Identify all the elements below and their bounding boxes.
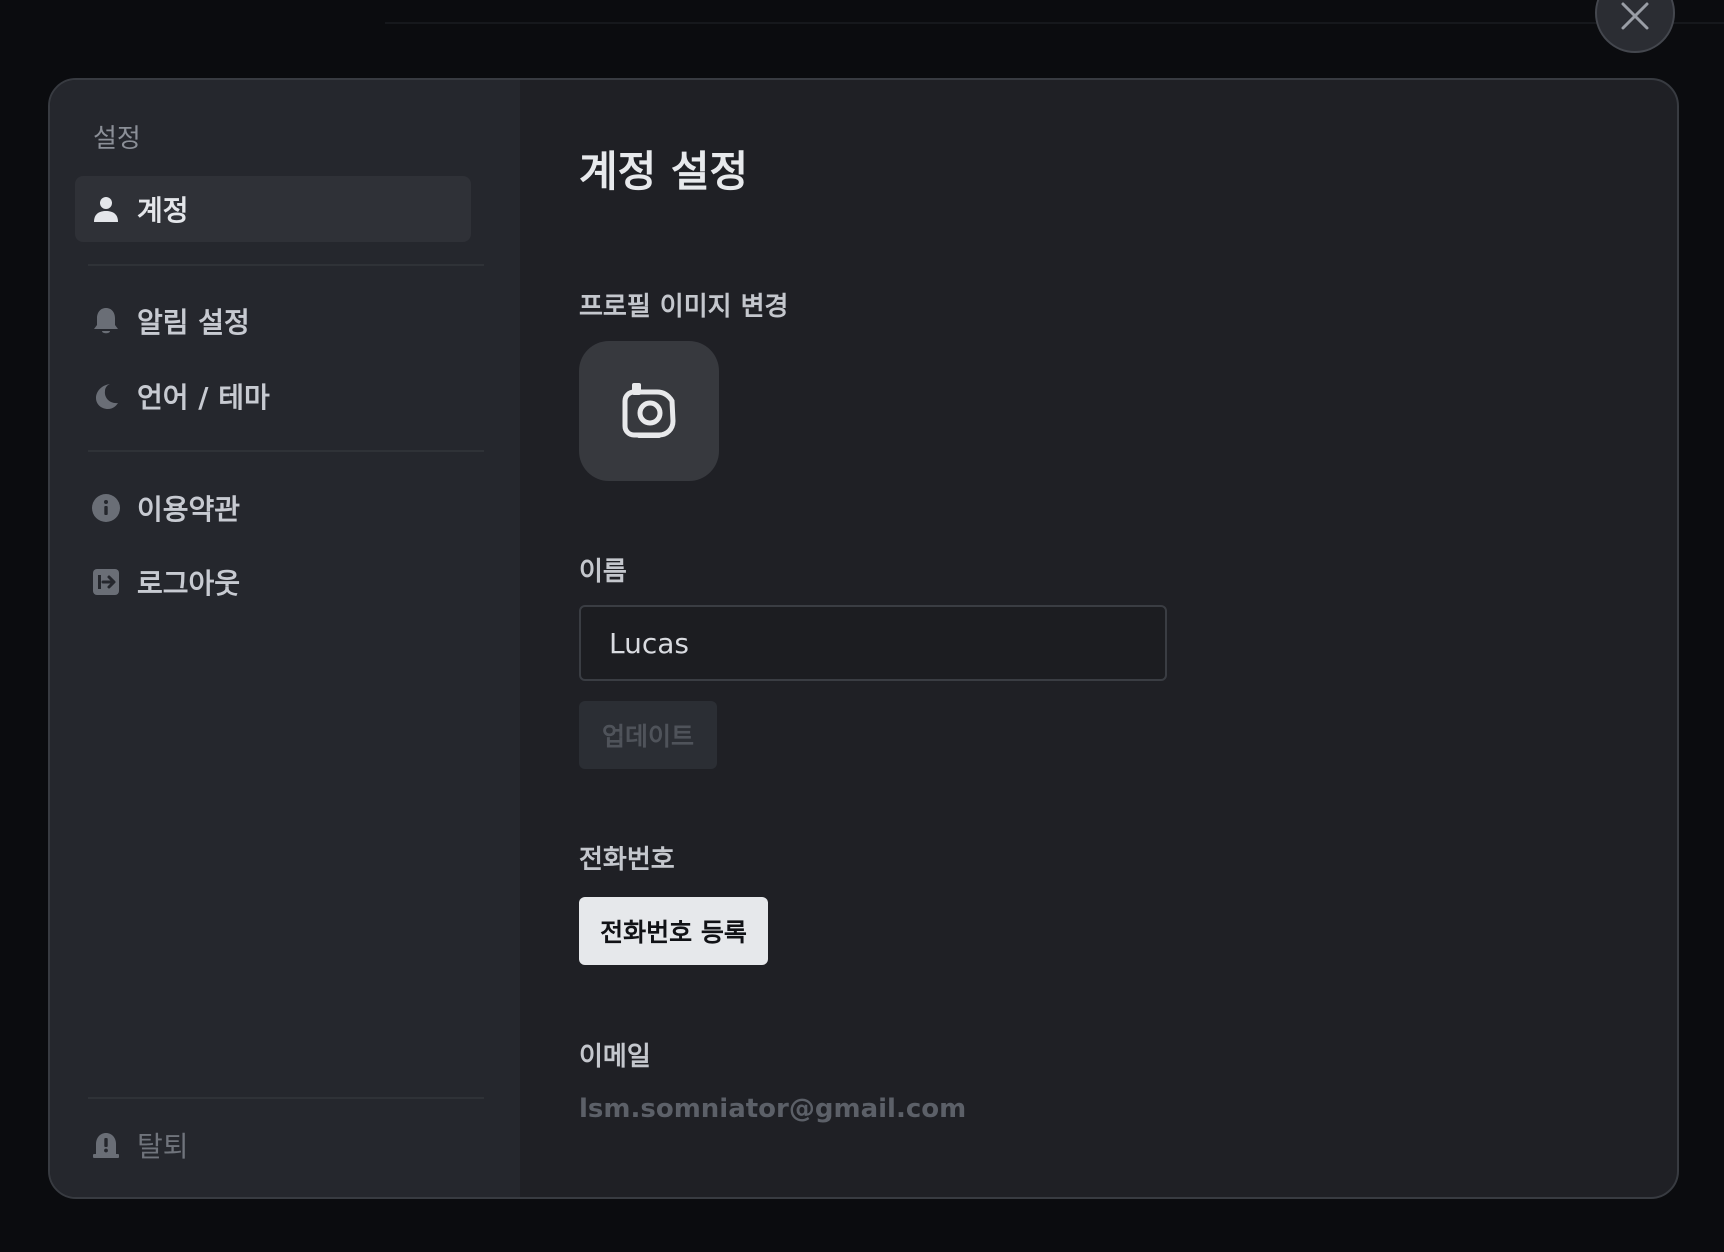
sidebar-item-account[interactable]: 계정 <box>75 176 471 242</box>
close-button[interactable] <box>1595 0 1675 53</box>
profile-image-label: 프로필 이미지 변경 <box>579 292 789 322</box>
page-title: 계정 설정 <box>579 147 749 196</box>
user-icon <box>91 194 121 224</box>
alert-icon <box>91 1130 121 1160</box>
moon-icon <box>91 381 121 411</box>
register-phone-button[interactable]: 전화번호 등록 <box>579 897 768 965</box>
sidebar-item-notifications[interactable]: 알림 설정 <box>75 288 471 354</box>
name-input[interactable] <box>579 605 1167 681</box>
bell-icon <box>91 306 121 336</box>
sidebar-item-terms[interactable]: 이용약관 <box>75 475 471 541</box>
sidebar-item-label: 로그아웃 <box>137 567 241 600</box>
phone-label: 전화번호 <box>579 845 675 875</box>
sidebar-item-label: 언어 / 테마 <box>137 381 270 414</box>
sidebar-item-logout[interactable]: 로그아웃 <box>75 549 471 615</box>
logout-icon <box>91 567 121 597</box>
sidebar-item-withdraw[interactable]: 탈퇴 <box>75 1112 471 1178</box>
backdrop-divider <box>385 22 1724 24</box>
name-label: 이름 <box>579 557 627 587</box>
camera-icon <box>622 383 676 438</box>
sidebar-divider <box>88 264 484 266</box>
sidebar-title: 설정 <box>93 124 141 154</box>
sidebar-item-label: 탈퇴 <box>137 1130 189 1163</box>
email-value: lsm.somniator@gmail.com <box>579 1094 967 1124</box>
sidebar-divider <box>88 1097 484 1099</box>
close-icon <box>1621 2 1649 30</box>
sidebar-divider <box>88 450 484 452</box>
sidebar-item-label: 이용약관 <box>137 493 241 526</box>
email-label: 이메일 <box>579 1042 651 1072</box>
settings-sidebar: 설정 계정 알림 설정 언어 / 테마 이용약관 로그아웃 탈퇴 <box>50 80 520 1197</box>
sidebar-item-label: 알림 설정 <box>137 306 250 339</box>
sidebar-item-label: 계정 <box>137 194 189 227</box>
sidebar-item-language-theme[interactable]: 언어 / 테마 <box>75 363 471 429</box>
profile-image-button[interactable] <box>579 341 719 481</box>
info-icon <box>91 493 121 523</box>
update-button[interactable]: 업데이트 <box>579 701 717 769</box>
